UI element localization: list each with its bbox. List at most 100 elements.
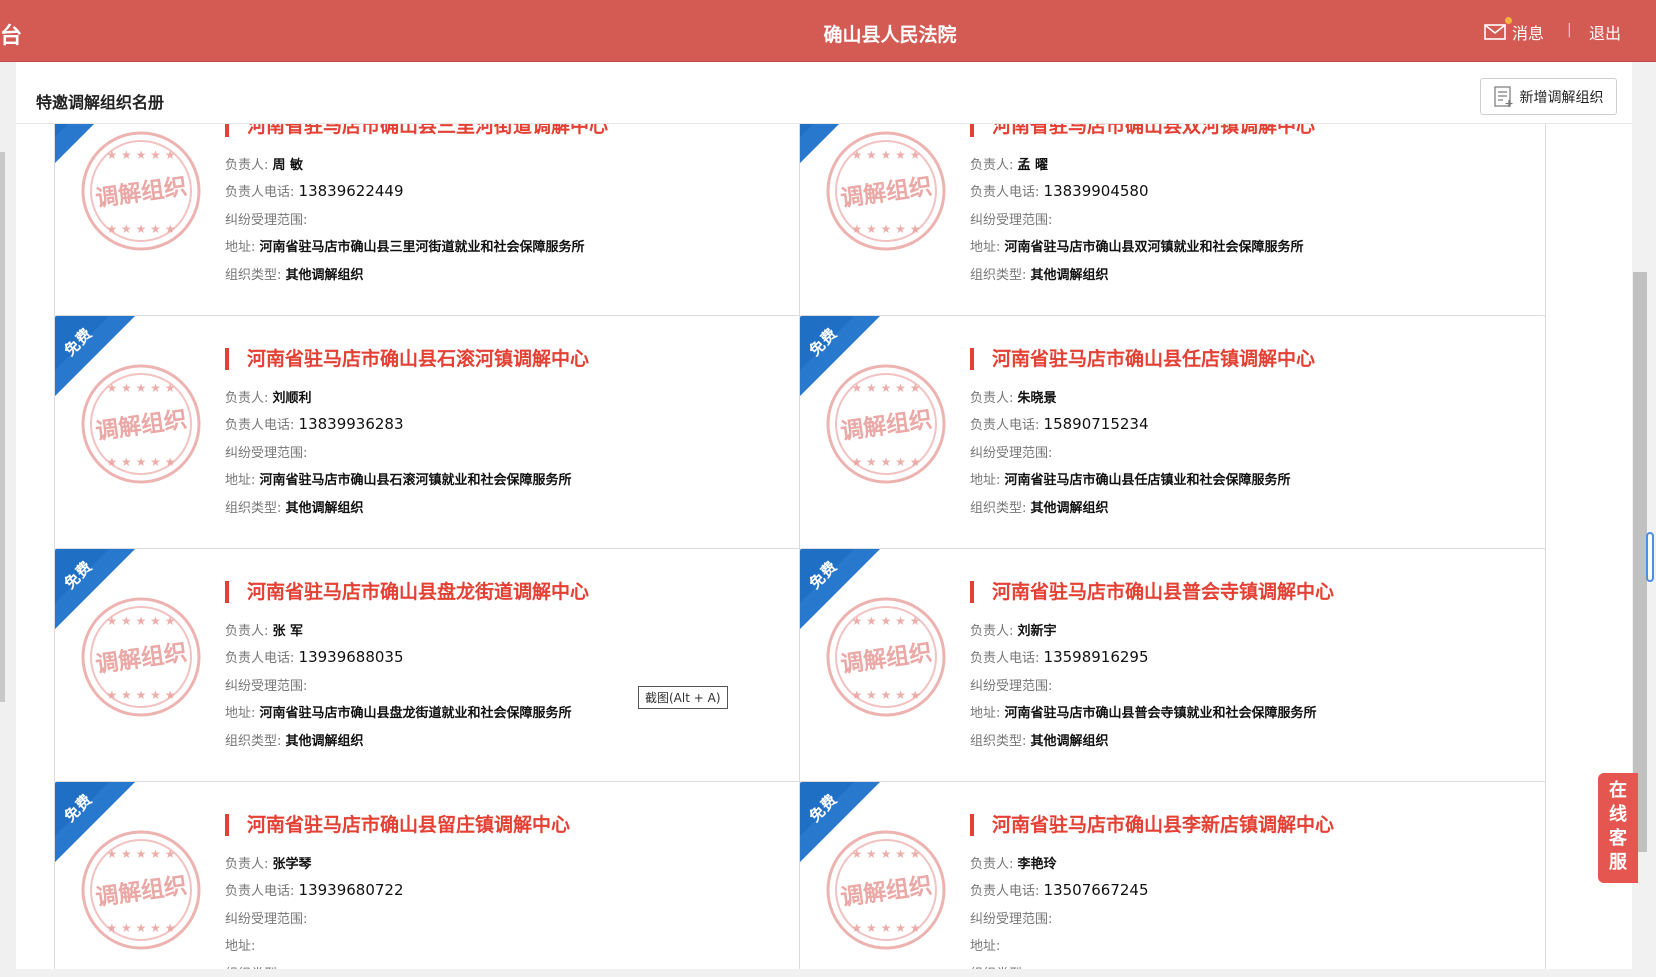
card-scope-row: 纠纷受理范围: [970,675,1052,694]
svg-text:调解组织: 调解组织 [94,872,189,912]
card-person-label: 负责人: [225,624,269,639]
card-phone-label: 负责人电话: [970,884,1040,899]
card-address-row: 地址: 河南省驻马店市确山县普会寺镇就业和社会保障服务所 [970,702,1317,721]
card-phone-row: 负责人电话: 13839622449 [225,181,404,200]
card-phone-label: 负责人电话: [225,418,295,433]
svg-text:★ ★ ★ ★ ★: ★ ★ ★ ★ ★ [106,921,175,935]
organization-card[interactable]: 免费 ★ ★ ★ ★ ★ ★ ★ ★ ★ ★ 调解组织 河南省驻马店市确山县普会寺镇调解… [799,548,1546,785]
card-phone-value: 13507667245 [1043,881,1149,899]
card-address-label: 地址: [970,706,1001,721]
card-phone-row: 负责人电话: 13507667245 [970,880,1149,899]
add-button-label: 新增调解组织 [1519,89,1604,106]
svg-text:调解组织: 调解组织 [839,173,934,213]
mediation-stamp: ★ ★ ★ ★ ★ ★ ★ ★ ★ ★ 调解组织 [79,362,203,486]
card-person-value: 刘新宇 [1017,624,1057,639]
card-address-value: 河南省驻马店市确山县普会寺镇就业和社会保障服务所 [1004,706,1317,721]
card-type-label: 组织类型: [970,268,1027,283]
organization-card[interactable]: 免费★ ★ ★ ★ ★★ ★ ★ ★ ★调解组织河南省驻马店市确山县三里河街道调… [54,124,801,319]
organization-name[interactable]: 河南省驻马店市确山县石滚河镇调解中心 [225,348,589,370]
card-person-label: 负责人: [970,857,1014,872]
card-phone-value: 15890715234 [1043,415,1149,433]
card-person-row: 负责人: 朱晓景 [970,387,1057,406]
card-type-row: 组织类型: 其他调解组织 [225,497,364,516]
card-phone-value: 13939688035 [298,648,404,666]
card-type-row: 组织类型: 其他调解组织 [970,730,1109,749]
online-service-char: 客 [1609,828,1627,849]
card-person-value: 孟 曜 [1017,158,1049,173]
svg-text:★ ★ ★ ★ ★: ★ ★ ★ ★ ★ [106,222,175,236]
card-scope-row: 纠纷受理范围: [225,442,307,461]
document-add-icon [1493,85,1512,107]
card-type-value: 其他调解组织 [285,501,364,516]
card-address-row: 地址: [225,935,255,954]
organization-card[interactable]: 免费 ★ ★ ★ ★ ★ ★ ★ ★ ★ ★ 调解组织 河南省驻马店市确山县石滚河镇调解… [54,315,801,552]
card-scope-row: 纠纷受理范围: [225,675,307,694]
card-phone-value: 13939680722 [298,881,404,899]
card-phone-label: 负责人电话: [225,651,295,666]
organization-list: 免费★ ★ ★ ★ ★★ ★ ★ ★ ★调解组织河南省驻马店市确山县三里河街道调… [16,124,1636,972]
organization-card[interactable]: 免费 ★ ★ ★ ★ ★ ★ ★ ★ ★ ★ 调解组织 河南省驻马店市确山县盘龙街道调解… [54,548,801,785]
mediation-stamp: ★ ★ ★ ★ ★ ★ ★ ★ ★ ★ 调解组织 [824,129,948,253]
card-phone-row: 负责人电话: 13839936283 [225,414,404,433]
card-phone-value: 13839622449 [298,182,404,200]
card-address-row: 地址: 河南省驻马店市确山县三里河街道就业和社会保障服务所 [225,236,585,255]
card-scope-label: 纠纷受理范围: [970,213,1053,228]
organization-name[interactable]: 河南省驻马店市确山县普会寺镇调解中心 [970,581,1334,603]
organization-name[interactable]: 河南省驻马店市确山县任店镇调解中心 [970,348,1315,370]
right-scrollbar-thumb[interactable] [1633,272,1647,852]
card-type-row: 组织类型: 其他调解组织 [225,264,364,283]
organization-card[interactable]: 免费 ★ ★ ★ ★ ★ ★ ★ ★ ★ ★ 调解组织 河南省驻马店市确山县李新店镇调解… [799,781,1546,972]
organization-name[interactable]: 河南省驻马店市确山县留庄镇调解中心 [225,814,570,836]
organization-name[interactable]: 河南省驻马店市确山县李新店镇调解中心 [970,814,1334,836]
mediation-stamp: ★ ★ ★ ★ ★ ★ ★ ★ ★ ★ 调解组织 [79,129,203,253]
card-person-row: 负责人: 刘顺利 [225,387,312,406]
card-person-row: 负责人: 刘新宇 [970,620,1057,639]
card-phone-value: 13598916295 [1043,648,1149,666]
svg-text:调解组织: 调解组织 [839,639,934,679]
svg-text:调解组织: 调解组织 [94,639,189,679]
card-address-row: 地址: 河南省驻马店市确山县双河镇就业和社会保障服务所 [970,236,1304,255]
online-service-button[interactable]: 在 线 客 服 [1598,773,1638,883]
organization-card[interactable]: 免费 ★ ★ ★ ★ ★ ★ ★ ★ ★ ★ 调解组织 河南省驻马店市确山县留庄镇调解中… [54,781,801,972]
card-scope-label: 纠纷受理范围: [225,912,308,927]
card-scope-label: 纠纷受理范围: [225,679,308,694]
messages-link[interactable]: 消息 [1484,17,1544,44]
mediation-stamp: ★ ★ ★ ★ ★ ★ ★ ★ ★ ★ 调解组织 [824,362,948,486]
card-address-row: 地址: 河南省驻马店市确山县盘龙街道就业和社会保障服务所 [225,702,572,721]
card-person-value: 周 敏 [272,158,304,173]
organization-card[interactable]: 免费 ★ ★ ★ ★ ★ ★ ★ ★ ★ ★ 调解组织 河南省驻马店市确山县任店镇调解中… [799,315,1546,552]
svg-text:★ ★ ★ ★ ★: ★ ★ ★ ★ ★ [851,222,920,236]
left-rail [0,62,16,977]
card-phone-row: 负责人电话: 13598916295 [970,647,1149,666]
svg-text:调解组织: 调解组织 [94,406,189,446]
card-person-row: 负责人: 周 敏 [225,154,303,173]
card-scope-row: 纠纷受理范围: [970,442,1052,461]
online-service-char: 在 [1609,780,1627,801]
svg-text:★ ★ ★ ★ ★: ★ ★ ★ ★ ★ [106,455,175,469]
card-type-value: 其他调解组织 [1030,501,1109,516]
card-type-row: 组织类型: 其他调解组织 [225,730,364,749]
mediation-stamp: ★ ★ ★ ★ ★ ★ ★ ★ ★ ★ 调解组织 [824,595,948,719]
card-person-label: 负责人: [970,391,1014,406]
organization-name[interactable]: 河南省驻马店市确山县双河镇调解中心 [970,124,1315,137]
horizontal-scrollbar[interactable] [16,969,1632,977]
card-address-label: 地址: [225,706,256,721]
organization-name[interactable]: 河南省驻马店市确山县三里河街道调解中心 [225,124,608,137]
card-address-value: 河南省驻马店市确山县双河镇就业和社会保障服务所 [1004,240,1304,255]
add-organization-button[interactable]: 新增调解组织 [1480,78,1617,115]
card-phone-label: 负责人电话: [970,418,1040,433]
card-address-label: 地址: [225,473,256,488]
svg-text:★ ★ ★ ★ ★: ★ ★ ★ ★ ★ [106,688,175,702]
top-bar: 台 确山县人民法院 消息 | 退出 [0,0,1656,62]
online-service-char: 服 [1609,852,1627,873]
card-address-label: 地址: [970,240,1001,255]
organization-name[interactable]: 河南省驻马店市确山县盘龙街道调解中心 [225,581,589,603]
card-type-label: 组织类型: [225,268,282,283]
logout-link[interactable]: 退出 [1589,20,1621,44]
left-rail-thumb [0,152,5,702]
card-phone-row: 负责人电话: 13839904580 [970,181,1149,200]
organization-card[interactable]: 免费★ ★ ★ ★ ★★ ★ ★ ★ ★调解组织河南省驻马店市确山县双河镇调解中… [799,124,1546,319]
card-type-value: 其他调解组织 [1030,734,1109,749]
card-address-value: 河南省驻马店市确山县盘龙街道就业和社会保障服务所 [259,706,572,721]
page-title: 特邀调解组织名册 [36,93,165,112]
